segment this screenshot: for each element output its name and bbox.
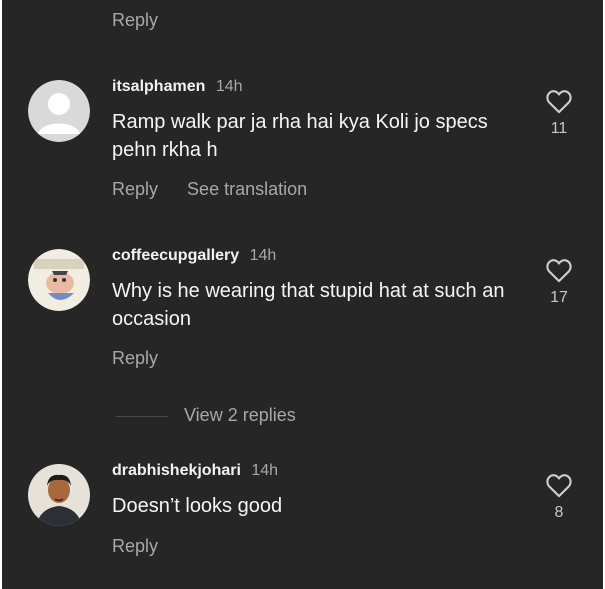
heart-outline-icon[interactable]: [545, 472, 573, 498]
cartoon-avatar-image: [28, 249, 90, 311]
comments-screen: Reply itsalphamen 14h Ramp walk par ja r…: [2, 0, 603, 589]
comment-actions: Reply: [112, 536, 182, 557]
comment-meta: drabhishekjohari 14h: [112, 462, 278, 480]
photo-avatar-image: [28, 464, 90, 526]
comment-meta: itsalphamen 14h: [112, 78, 243, 96]
avatar[interactable]: [28, 249, 90, 311]
view-replies-label: View 2 replies: [184, 405, 296, 425]
like-control: 8: [542, 472, 576, 522]
like-control: 17: [542, 257, 576, 307]
heart-outline-icon[interactable]: [545, 257, 573, 283]
comment-username[interactable]: itsalphamen: [112, 78, 205, 95]
comment-item: itsalphamen 14h Ramp walk par ja rha hai…: [2, 78, 603, 208]
comment-item: coffeecupgallery 14h Why is he wearing t…: [2, 247, 603, 377]
view-replies-button[interactable]: View 2 replies: [116, 404, 416, 428]
reply-button[interactable]: Reply: [112, 536, 158, 556]
comment-time: 14h: [249, 247, 277, 264]
see-translation-button[interactable]: See translation: [187, 179, 307, 199]
avatar[interactable]: [28, 80, 90, 142]
comment-time: 14h: [215, 78, 243, 95]
reply-button[interactable]: Reply: [112, 348, 158, 368]
comment-username[interactable]: coffeecupgallery: [112, 247, 239, 264]
like-count: 11: [550, 120, 568, 137]
comment-text: Ramp walk par ja rha hai kya Koli jo spe…: [112, 111, 488, 161]
like-count: 8: [554, 504, 564, 521]
comment-actions: Reply See translation: [112, 179, 331, 200]
like-count: 17: [550, 289, 568, 306]
avatar[interactable]: [28, 464, 90, 526]
comment-text: Why is he wearing that stupid hat at suc…: [112, 280, 505, 330]
comment-text: Doesn’t looks good: [112, 495, 283, 517]
comment-actions: Reply: [112, 348, 182, 369]
heart-outline-icon[interactable]: [545, 88, 573, 114]
reply-button[interactable]: Reply: [112, 179, 158, 199]
reply-button[interactable]: Reply: [112, 10, 158, 31]
comment-item: drabhishekjohari 14h Doesn’t looks good …: [2, 462, 603, 572]
comment-username[interactable]: drabhishekjohari: [112, 462, 241, 479]
comment-time: 14h: [251, 462, 279, 479]
like-control: 11: [542, 88, 576, 138]
replies-divider: [116, 416, 168, 417]
comment-meta: coffeecupgallery 14h: [112, 247, 276, 265]
default-avatar-icon: [28, 80, 90, 142]
